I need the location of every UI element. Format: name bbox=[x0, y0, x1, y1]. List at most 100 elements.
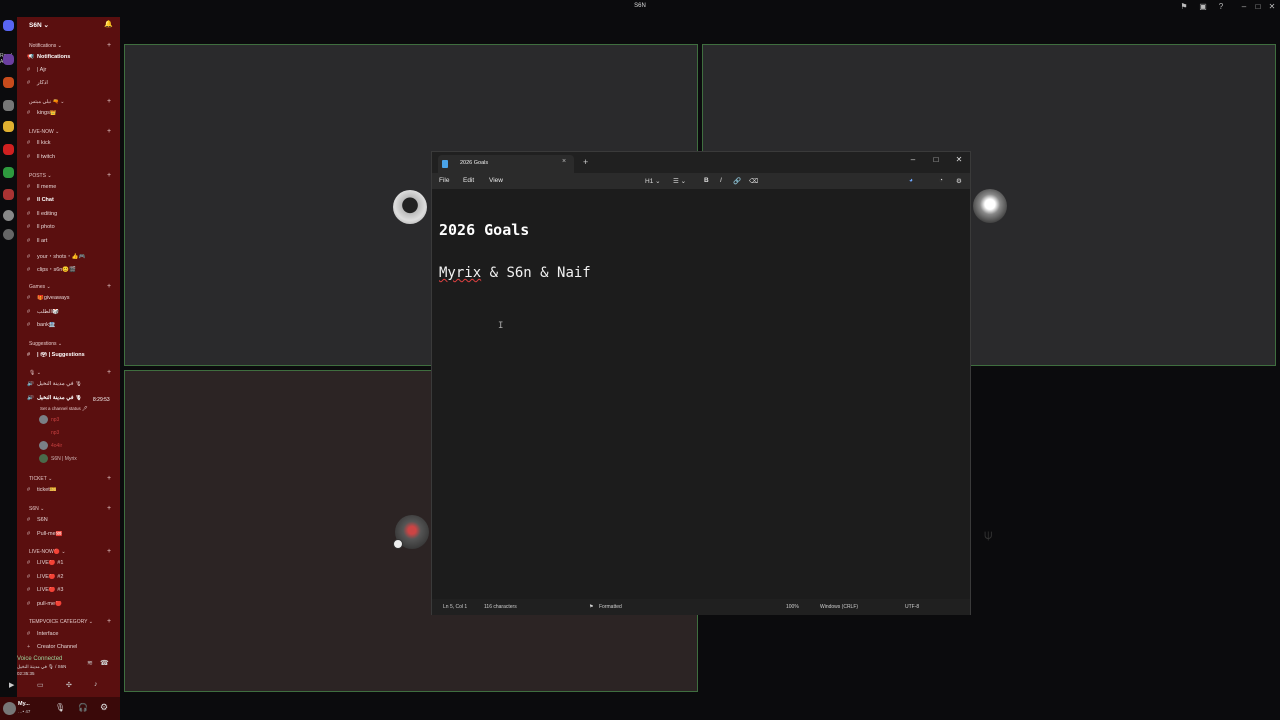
category-s6n[interactable]: S6N ⌄ bbox=[29, 506, 44, 512]
menu-file[interactable]: File bbox=[439, 177, 449, 184]
voice-user[interactable]: S6N | Myrix bbox=[39, 454, 77, 463]
help-icon[interactable]: ? bbox=[1215, 2, 1227, 11]
voice-channel-2[interactable]: 🔊 في مدينة النخيل 🎙 bbox=[27, 395, 87, 406]
channel-chat[interactable]: # ll Chat bbox=[27, 197, 115, 208]
channel-live-2[interactable]: # LIVE🔴 #2 bbox=[27, 574, 115, 585]
channel-creator[interactable]: + Creator Channel bbox=[27, 644, 115, 655]
line-ending[interactable]: Windows (CRLF) bbox=[820, 604, 858, 610]
channel-ticket[interactable]: # ticket🎫 bbox=[27, 487, 115, 498]
add-channel-icon[interactable]: + bbox=[107, 475, 111, 482]
add-channel-icon[interactable]: + bbox=[107, 128, 111, 135]
format-mode[interactable]: Formatted bbox=[599, 604, 622, 610]
discord-home-icon[interactable] bbox=[3, 20, 14, 31]
account-icon[interactable]: ◔ bbox=[939, 177, 943, 184]
soundboard-icon[interactable]: ♪ bbox=[94, 681, 98, 688]
channel-clips[interactable]: # clips・s6n😊🎬 bbox=[27, 265, 115, 276]
server-icon[interactable] bbox=[3, 77, 14, 88]
maximize-icon[interactable]: □ bbox=[929, 155, 943, 164]
add-channel-icon[interactable]: + bbox=[107, 98, 111, 105]
channel-photo[interactable]: # ll photo bbox=[27, 224, 115, 235]
channel-twitch[interactable]: # ll twitch bbox=[27, 154, 115, 165]
add-channel-icon[interactable]: + bbox=[107, 505, 111, 512]
voice-channel-1[interactable]: 🔊 في مدينة النخيل 🎙 bbox=[27, 381, 115, 392]
text-editor[interactable]: 2026 Goals Myrix & S6n & Naif I bbox=[432, 189, 970, 599]
channel-athkar[interactable]: # أذكار bbox=[27, 80, 115, 91]
copilot-icon[interactable]: ◕ bbox=[909, 177, 913, 184]
add-channel-icon[interactable]: + bbox=[107, 548, 111, 555]
voice-user[interactable]: np3 bbox=[39, 415, 59, 424]
bold-button[interactable]: B bbox=[704, 177, 709, 184]
add-channel-icon[interactable]: + bbox=[107, 618, 111, 625]
add-channel-icon[interactable]: + bbox=[107, 369, 111, 376]
list-dropdown[interactable]: ☰ ⌄ bbox=[673, 177, 686, 185]
channel-bank[interactable]: # bank🏦 bbox=[27, 322, 115, 333]
settings-gear-icon[interactable]: ⚙ bbox=[956, 177, 962, 185]
screen-share-icon[interactable]: ▭ bbox=[37, 681, 44, 689]
avatar[interactable] bbox=[3, 702, 16, 715]
channel-live-1[interactable]: # LIVE🔴 #1 bbox=[27, 560, 115, 571]
category-live-now-2[interactable]: LIVE-NOW🔴 ⌄ bbox=[29, 549, 66, 555]
inbox-icon[interactable]: ▣ bbox=[1197, 2, 1209, 11]
channel-kings[interactable]: # kings👑 bbox=[27, 110, 115, 121]
category-suggestions[interactable]: Suggestions ⌄ bbox=[29, 341, 62, 347]
flag-icon[interactable]: ⚑ bbox=[1178, 2, 1190, 11]
menu-view[interactable]: View bbox=[489, 177, 503, 184]
channel-art[interactable]: # ll art bbox=[27, 238, 115, 249]
close-icon[interactable]: ✕ bbox=[1266, 2, 1278, 11]
add-channel-icon[interactable]: + bbox=[107, 42, 111, 49]
channel-altalab[interactable]: # الطلب🎲 bbox=[27, 309, 115, 320]
category-live-now[interactable]: LIVE-NOW ⌄ bbox=[29, 129, 59, 135]
minimize-icon[interactable]: – bbox=[906, 155, 920, 164]
encoding[interactable]: UTF-8 bbox=[905, 604, 919, 610]
heading-dropdown[interactable]: H1 ⌄ bbox=[645, 177, 661, 185]
settings-gear-icon[interactable]: ⚙ bbox=[100, 702, 108, 713]
tab-2026-goals[interactable]: 2026 Goals × bbox=[438, 155, 574, 173]
channel-pullme-2[interactable]: # pull-me🔴 bbox=[27, 601, 115, 612]
maximize-icon[interactable]: □ bbox=[1252, 2, 1264, 11]
menu-edit[interactable]: Edit bbox=[463, 177, 474, 184]
category-games[interactable]: Games ⌄ bbox=[29, 284, 51, 290]
camera-icon[interactable]: ▶ bbox=[9, 681, 14, 689]
server-icon[interactable] bbox=[3, 189, 14, 200]
bell-icon[interactable]: 🔔 bbox=[104, 20, 113, 28]
channel-giveaways[interactable]: # 🎁giveaways bbox=[27, 295, 115, 306]
server-icon[interactable] bbox=[3, 121, 14, 132]
minimize-icon[interactable]: – bbox=[1238, 2, 1250, 11]
channel-notifications[interactable]: 📢 Notifications bbox=[27, 54, 115, 65]
server-icon[interactable] bbox=[3, 167, 14, 178]
close-icon[interactable]: ✕ bbox=[952, 155, 966, 164]
category-arabic[interactable]: نبلي مبتس 🔫 ⌄ bbox=[29, 99, 64, 105]
italic-button[interactable]: I bbox=[720, 177, 722, 184]
add-channel-icon[interactable]: + bbox=[107, 172, 111, 179]
voice-connected-channel[interactable]: في مدينة النخيل 🎙 / S6N bbox=[17, 664, 66, 670]
activities-icon[interactable]: ✣ bbox=[66, 681, 72, 689]
disconnect-icon[interactable]: ☎ bbox=[100, 659, 109, 667]
channel-meme[interactable]: # ll meme bbox=[27, 184, 115, 195]
clear-format-button[interactable]: ⌫ bbox=[749, 177, 758, 185]
add-channel-icon[interactable]: + bbox=[107, 283, 111, 290]
headphones-icon[interactable]: 🎧 bbox=[78, 703, 88, 712]
explore-icon[interactable] bbox=[3, 229, 14, 240]
channel-pullme[interactable]: # Pull-me🆘 bbox=[27, 531, 115, 542]
channel-ajr[interactable]: # | Ajr bbox=[27, 67, 115, 78]
category-tempvoice[interactable]: TEMPVOICE CATEGORY ⌄ bbox=[29, 619, 93, 625]
channel-live-3[interactable]: # LIVE🔴 #3 bbox=[27, 587, 115, 598]
noise-suppression-icon[interactable]: ≋ bbox=[87, 659, 93, 667]
voice-user[interactable]: 4o4ir bbox=[39, 441, 62, 450]
category-voice[interactable]: 🎙 ⌄ bbox=[29, 370, 41, 376]
microphone-icon[interactable]: 🎙 bbox=[55, 703, 65, 712]
server-icon[interactable] bbox=[3, 144, 14, 155]
channel-s6n[interactable]: # S6N bbox=[27, 517, 115, 528]
add-server-icon[interactable] bbox=[3, 210, 14, 221]
link-button[interactable]: 🔗 bbox=[733, 177, 741, 185]
zoom-level[interactable]: 100% bbox=[786, 604, 799, 610]
server-header[interactable]: S6N ⌄ 🔔 bbox=[17, 17, 120, 33]
channel-interface[interactable]: # Interface bbox=[27, 631, 115, 642]
category-ticket[interactable]: TICKET ⌄ bbox=[29, 476, 52, 482]
channel-status[interactable]: Set a channel status 🖊 bbox=[40, 406, 88, 412]
server-icon[interactable] bbox=[3, 54, 14, 65]
channel-your-shots[interactable]: # your・shots・👍🎮 bbox=[27, 252, 115, 263]
new-tab-button[interactable]: + bbox=[583, 157, 588, 167]
channel-kick[interactable]: # ll kick bbox=[27, 140, 115, 151]
voice-user[interactable]: np3 bbox=[39, 428, 59, 437]
